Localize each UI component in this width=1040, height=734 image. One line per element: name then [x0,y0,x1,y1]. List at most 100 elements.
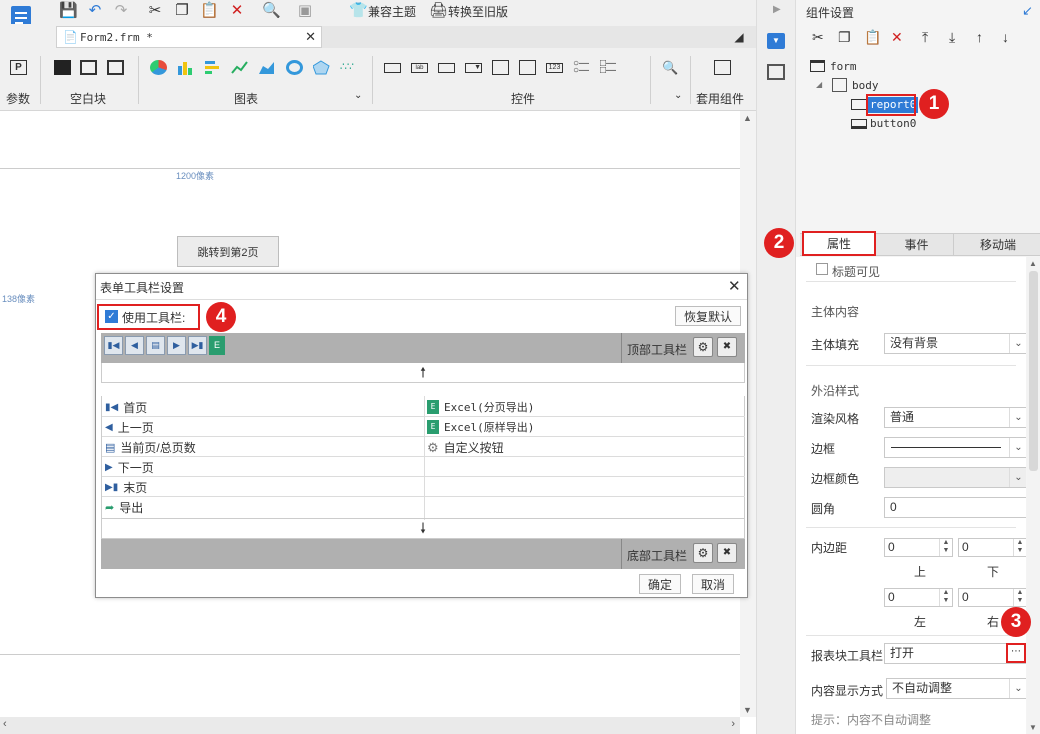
render-select[interactable]: 普通 ⌄ [884,407,1026,428]
save-icon[interactable]: 💾 [59,2,78,20]
spinner-icon[interactable]: ▲ ▼ [939,539,952,556]
prev-page-icon[interactable]: ◀ [125,336,144,355]
ok-button[interactable]: 确定 [639,574,681,594]
next-page-icon[interactable]: ▶ [167,336,186,355]
tab-menu-icon[interactable]: ◢ [730,28,748,46]
move-down-arrow-icon[interactable]: 🠗 [101,518,745,539]
item-prev-page[interactable]: ◀ 上一页 [105,419,154,436]
bottom-toolbar-remove-icon[interactable]: ✖ [717,543,737,563]
panel-paste-icon[interactable]: 📋 [864,29,881,46]
redo-icon[interactable]: ↷ [112,2,130,20]
padding-bottom-input[interactable]: 0 ▲ ▼ [958,538,1026,557]
move-top-icon[interactable]: ⤒ [922,29,928,46]
tab-mobile[interactable]: 移动端 [956,233,1040,256]
switch-old-button[interactable]: 转换至旧版 [448,3,508,20]
compat-theme-button[interactable]: 兼容主题 [368,3,416,20]
top-toolbar-remove-icon[interactable]: ✖ [717,337,737,357]
padding-right-input[interactable]: 0 ▲ ▼ [958,588,1026,607]
item-first-page[interactable]: ▮◀ 首页 [105,399,147,416]
chart-expand-icon[interactable]: ⌄ [354,90,362,101]
item-page-count[interactable]: ▤ 当前页/总页数 [105,439,196,456]
last-page-icon[interactable]: ▶▮ [188,336,207,355]
area-chart-icon[interactable] [258,60,275,75]
cut-icon[interactable]: ✂ [146,2,164,20]
move-bottom-icon[interactable]: ⤓ [949,29,955,46]
border-color-select[interactable]: ⌄ [884,467,1026,488]
radius-input[interactable]: 0 [884,497,1026,518]
jump-page-button[interactable]: 跳转到第2页 [177,236,279,267]
gauge-chart-icon[interactable] [286,60,303,75]
checkbox-group-icon[interactable]: □— □— [600,59,617,76]
horizontal-scrollbar[interactable]: ‹ › [0,717,740,734]
radio-group-icon[interactable]: ○— ○— [573,59,590,76]
panel-copy-icon[interactable]: ❐ [838,29,851,46]
tree-form[interactable]: form [830,60,857,73]
bar-chart-icon[interactable] [177,60,194,75]
toolbar-edit-button[interactable]: ⋯ [1006,643,1026,663]
item-last-page[interactable]: ▶▮ 末页 [105,479,147,496]
tree-button0[interactable]: button0 [870,117,916,130]
format-icon[interactable]: ▣ [296,2,314,20]
layout-icon[interactable] [767,64,785,80]
move-up-icon[interactable]: ↑ [976,29,983,45]
panel-collapse-icon[interactable]: ↙ [1022,3,1033,19]
tree-body[interactable]: body [852,79,879,92]
grid-block-icon[interactable] [107,60,124,75]
spinner-icon[interactable]: ▲ ▼ [1013,539,1026,556]
bottom-toolbar-settings-icon[interactable]: ⚙ [693,543,713,563]
panel-scrollbar[interactable]: ▲ ▼ [1027,257,1040,734]
excel-export-icon[interactable]: E [209,336,225,355]
scatter-chart-icon[interactable]: ∴∵ [340,60,357,75]
switch-icon[interactable]: 🖨 [429,2,448,20]
undo-icon[interactable]: ↶ [86,2,104,20]
panel-cut-icon[interactable]: ✂ [812,29,824,46]
border-select[interactable]: ⌄ [884,437,1026,458]
padding-left-input[interactable]: 0 ▲ ▼ [884,588,953,607]
fill-select[interactable]: 没有背景 ⌄ [884,333,1026,354]
padding-top-input[interactable]: 0 ▲ ▼ [884,538,953,557]
control-expand-icon[interactable]: ⌄ [674,90,682,101]
move-down-icon[interactable]: ↓ [1002,29,1009,45]
item-excel-page[interactable]: E Excel(分页导出) [427,399,534,415]
radar-chart-icon[interactable] [312,60,330,75]
panel-delete-icon[interactable]: ✕ [891,29,903,46]
combo-control-icon[interactable]: ▼ [465,63,482,73]
restore-default-button[interactable]: 恢复默认 [675,306,741,326]
page-count-icon[interactable]: ▤ [146,336,165,355]
close-tab-icon[interactable]: ✕ [305,29,316,45]
tab-properties[interactable]: 属性 [802,231,876,256]
template-icon[interactable] [714,60,731,75]
number-control-icon[interactable]: 123 [546,63,563,73]
preview-icon[interactable]: 🔍 [262,2,281,20]
delete-icon[interactable]: ✕ [228,2,246,20]
label-control-icon[interactable]: lab [411,63,428,73]
top-toolbar-settings-icon[interactable]: ⚙ [693,337,713,357]
item-custom-button[interactable]: ⚙ 自定义按钮 [427,439,504,456]
component-settings-icon[interactable]: ▼ [767,33,785,49]
split-block-icon[interactable] [80,60,97,75]
collapse-arrow-icon[interactable]: ▶ [773,4,781,15]
tab-form2[interactable]: 📄 Form2.frm * ✕ [56,26,322,48]
first-page-icon[interactable]: ▮◀ [104,336,123,355]
item-excel-original[interactable]: E Excel(原样导出) [427,419,534,435]
use-toolbar-checkbox[interactable]: ✓ [105,310,118,323]
dialog-close-icon[interactable]: ✕ [728,277,741,295]
display-select[interactable]: 不自动调整 ⌄ [886,678,1026,699]
theme-icon[interactable]: 👕 [349,2,368,20]
tab-events[interactable]: 事件 [880,233,954,256]
pie-chart-icon[interactable] [150,60,167,75]
blank-block-icon[interactable] [54,60,71,75]
param-icon[interactable]: P [10,60,27,75]
more-control-icon[interactable]: 🔍 [662,60,679,75]
expand-body-icon[interactable]: ◢ [816,80,822,89]
title-visible-checkbox[interactable] [816,263,828,275]
item-export[interactable]: ➦ 导出 [105,499,143,516]
paste-icon[interactable]: 📋 [200,2,219,20]
line-chart-icon[interactable] [231,60,248,75]
copy-icon[interactable]: ❐ [173,2,191,20]
move-up-arrow-icon[interactable]: 🠕 [101,363,745,383]
item-next-page[interactable]: ▶ 下一页 [105,459,154,476]
date-control-icon[interactable] [492,60,509,75]
cancel-button[interactable]: 取消 [692,574,734,594]
button-control-icon[interactable] [438,63,455,73]
